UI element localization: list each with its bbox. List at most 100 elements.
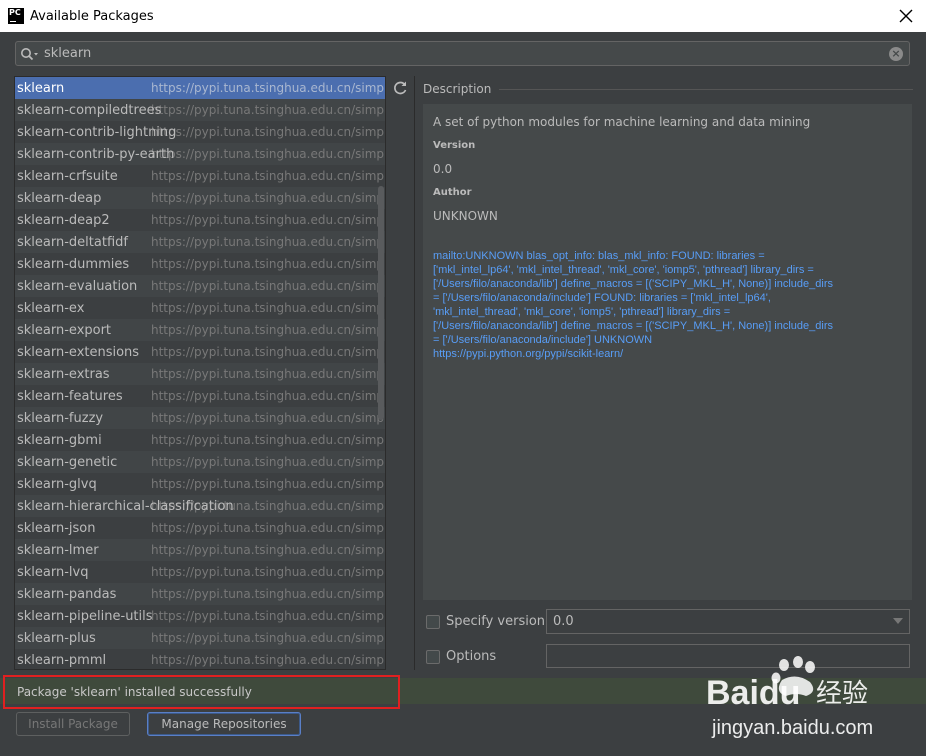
link-line[interactable]: ['/Users/filo/anaconda/lib'] define_macr… [433,277,902,291]
package-row[interactable]: https://pypi.tuna.tsinghua.edu.cn/simple… [15,583,385,605]
package-repo-url: https://pypi.tuna.tsinghua.edu.cn/simple… [151,103,386,117]
search-field[interactable]: × [15,41,910,66]
package-name: sklearn-deap2 [17,212,110,228]
description-panel: A set of python modules for machine lear… [423,104,912,600]
package-list[interactable]: https://pypi.tuna.tsinghua.edu.cn/simple… [14,76,386,670]
status-text: Package 'sklearn' installed successfully [17,685,252,699]
package-name: sklearn-extensions [17,344,140,360]
close-button[interactable] [896,6,916,26]
package-repo-url: https://pypi.tuna.tsinghua.edu.cn/simple… [151,653,386,667]
package-repo-url: https://pypi.tuna.tsinghua.edu.cn/simple… [151,477,386,491]
package-row[interactable]: https://pypi.tuna.tsinghua.edu.cn/simple… [15,341,385,363]
package-row[interactable]: https://pypi.tuna.tsinghua.edu.cn/simple… [15,275,385,297]
description-title: Description [423,82,492,96]
package-repo-url: https://pypi.tuna.tsinghua.edu.cn/simple… [151,521,386,535]
window-title: Available Packages [30,8,154,24]
panel-divider[interactable] [414,76,415,670]
package-repo-url: https://pypi.tuna.tsinghua.edu.cn/simple… [151,235,386,249]
package-name: sklearn-glvq [17,476,97,492]
package-name: sklearn-fuzzy [17,410,104,426]
link-line[interactable]: mailto:UNKNOWN blas_opt_info: blas_mkl_i… [433,249,902,263]
package-row[interactable]: https://pypi.tuna.tsinghua.edu.cn/simple… [15,649,386,669]
package-row[interactable]: https://pypi.tuna.tsinghua.edu.cn/simple… [15,363,385,385]
package-row[interactable]: https://pypi.tuna.tsinghua.edu.cn/simple… [15,231,385,253]
homepage-link[interactable]: https://pypi.python.org/pypi/scikit-lear… [433,347,902,361]
package-row[interactable]: https://pypi.tuna.tsinghua.edu.cn/simple… [15,495,385,517]
install-package-button[interactable]: Install Package [16,712,130,736]
package-row[interactable]: https://pypi.tuna.tsinghua.edu.cn/simple… [15,77,385,99]
search-icon[interactable] [20,47,42,61]
options-label: Options [446,649,497,664]
package-row[interactable]: https://pypi.tuna.tsinghua.edu.cn/simple… [15,187,385,209]
package-repo-url: https://pypi.tuna.tsinghua.edu.cn/simple… [151,301,386,315]
package-row[interactable]: https://pypi.tuna.tsinghua.edu.cn/simple… [15,297,385,319]
author-label: Author [433,187,472,198]
package-row[interactable]: https://pypi.tuna.tsinghua.edu.cn/simple… [15,209,385,231]
package-name: sklearn-json [17,520,96,536]
package-name: sklearn-hierarchical-classification [17,498,234,514]
package-name: sklearn-crfsuite [17,168,118,184]
package-name: sklearn-dummies [17,256,130,272]
description-separator [499,88,913,90]
package-name: sklearn-plus [17,630,96,646]
package-row[interactable]: https://pypi.tuna.tsinghua.edu.cn/simple… [15,143,385,165]
package-row[interactable]: https://pypi.tuna.tsinghua.edu.cn/simple… [15,319,385,341]
link-line[interactable]: 'mkl_intel_thread', 'mkl_core', 'iomp5',… [433,305,902,319]
package-summary: A set of python modules for machine lear… [433,115,811,129]
manage-repositories-button[interactable]: Manage Repositories [147,712,301,736]
package-name: sklearn-compiledtrees [17,102,162,118]
package-repo-url: https://pypi.tuna.tsinghua.edu.cn/simple… [151,587,386,601]
package-repo-url: https://pypi.tuna.tsinghua.edu.cn/simple… [151,565,386,579]
package-row[interactable]: https://pypi.tuna.tsinghua.edu.cn/simple… [15,451,385,473]
package-row[interactable]: https://pypi.tuna.tsinghua.edu.cn/simple… [15,539,385,561]
specify-version-row: Specify version [426,614,545,629]
package-name: sklearn-deltatfidf [17,234,128,250]
refresh-button[interactable] [391,79,409,97]
package-name: sklearn-genetic [17,454,118,470]
package-row[interactable]: https://pypi.tuna.tsinghua.edu.cn/simple… [15,429,385,451]
package-repo-url: https://pypi.tuna.tsinghua.edu.cn/simple… [151,191,386,205]
package-row[interactable]: https://pypi.tuna.tsinghua.edu.cn/simple… [15,627,385,649]
package-name: sklearn-contrib-py-earth [17,146,175,162]
jingyan-url-text: jingyan.baidu.com [711,717,873,739]
package-list-scrollbar[interactable] [378,186,384,420]
package-name: sklearn-ex [17,300,85,316]
package-repo-url: https://pypi.tuna.tsinghua.edu.cn/simple… [151,367,386,381]
link-line[interactable]: = ['/Users/filo/anaconda/include'] UNKNO… [433,333,902,347]
package-name: sklearn-extras [17,366,110,382]
package-repo-url: https://pypi.tuna.tsinghua.edu.cn/simple… [151,389,386,403]
search-input[interactable] [42,46,889,61]
package-repo-url: https://pypi.tuna.tsinghua.edu.cn/simple… [151,609,386,623]
chevron-down-icon [893,618,903,624]
package-name: sklearn-deap [17,190,102,206]
version-select[interactable]: 0.0 [546,609,910,634]
package-repo-url: https://pypi.tuna.tsinghua.edu.cn/simple… [151,279,386,293]
package-repo-url: https://pypi.tuna.tsinghua.edu.cn/simple… [151,631,386,645]
package-row[interactable]: https://pypi.tuna.tsinghua.edu.cn/simple… [15,99,385,121]
package-name: sklearn-pandas [17,586,117,602]
author-value: UNKNOWN [433,209,498,223]
package-name: sklearn [17,80,65,96]
package-repo-url: https://pypi.tuna.tsinghua.edu.cn/simple… [151,213,386,227]
package-row[interactable]: https://pypi.tuna.tsinghua.edu.cn/simple… [15,407,385,429]
description-header: Description [423,82,913,96]
link-line[interactable]: ['mkl_intel_lp64', 'mkl_intel_thread', '… [433,263,902,277]
package-row[interactable]: https://pypi.tuna.tsinghua.edu.cn/simple… [15,605,385,627]
package-row[interactable]: https://pypi.tuna.tsinghua.edu.cn/simple… [15,165,385,187]
link-line[interactable]: ['/Users/filo/anaconda/lib'] define_macr… [433,319,902,333]
package-row[interactable]: https://pypi.tuna.tsinghua.edu.cn/simple… [15,561,385,583]
package-row[interactable]: https://pypi.tuna.tsinghua.edu.cn/simple… [15,473,385,495]
pycharm-app-icon: PC [8,8,24,24]
package-row[interactable]: https://pypi.tuna.tsinghua.edu.cn/simple… [15,253,385,275]
package-row[interactable]: https://pypi.tuna.tsinghua.edu.cn/simple… [15,385,385,407]
package-repo-url: https://pypi.tuna.tsinghua.edu.cn/simple… [151,169,386,183]
specify-version-checkbox[interactable] [426,614,440,629]
link-line[interactable]: = ['/Users/filo/anaconda/include'] FOUND… [433,291,902,305]
description-links[interactable]: mailto:UNKNOWN blas_opt_info: blas_mkl_i… [433,249,902,361]
options-checkbox[interactable] [426,649,440,664]
clear-search-icon[interactable]: × [889,46,903,61]
package-name: sklearn-evaluation [17,278,138,294]
package-row[interactable]: https://pypi.tuna.tsinghua.edu.cn/simple… [15,121,385,143]
package-name: sklearn-lmer [17,542,99,558]
package-row[interactable]: https://pypi.tuna.tsinghua.edu.cn/simple… [15,517,385,539]
